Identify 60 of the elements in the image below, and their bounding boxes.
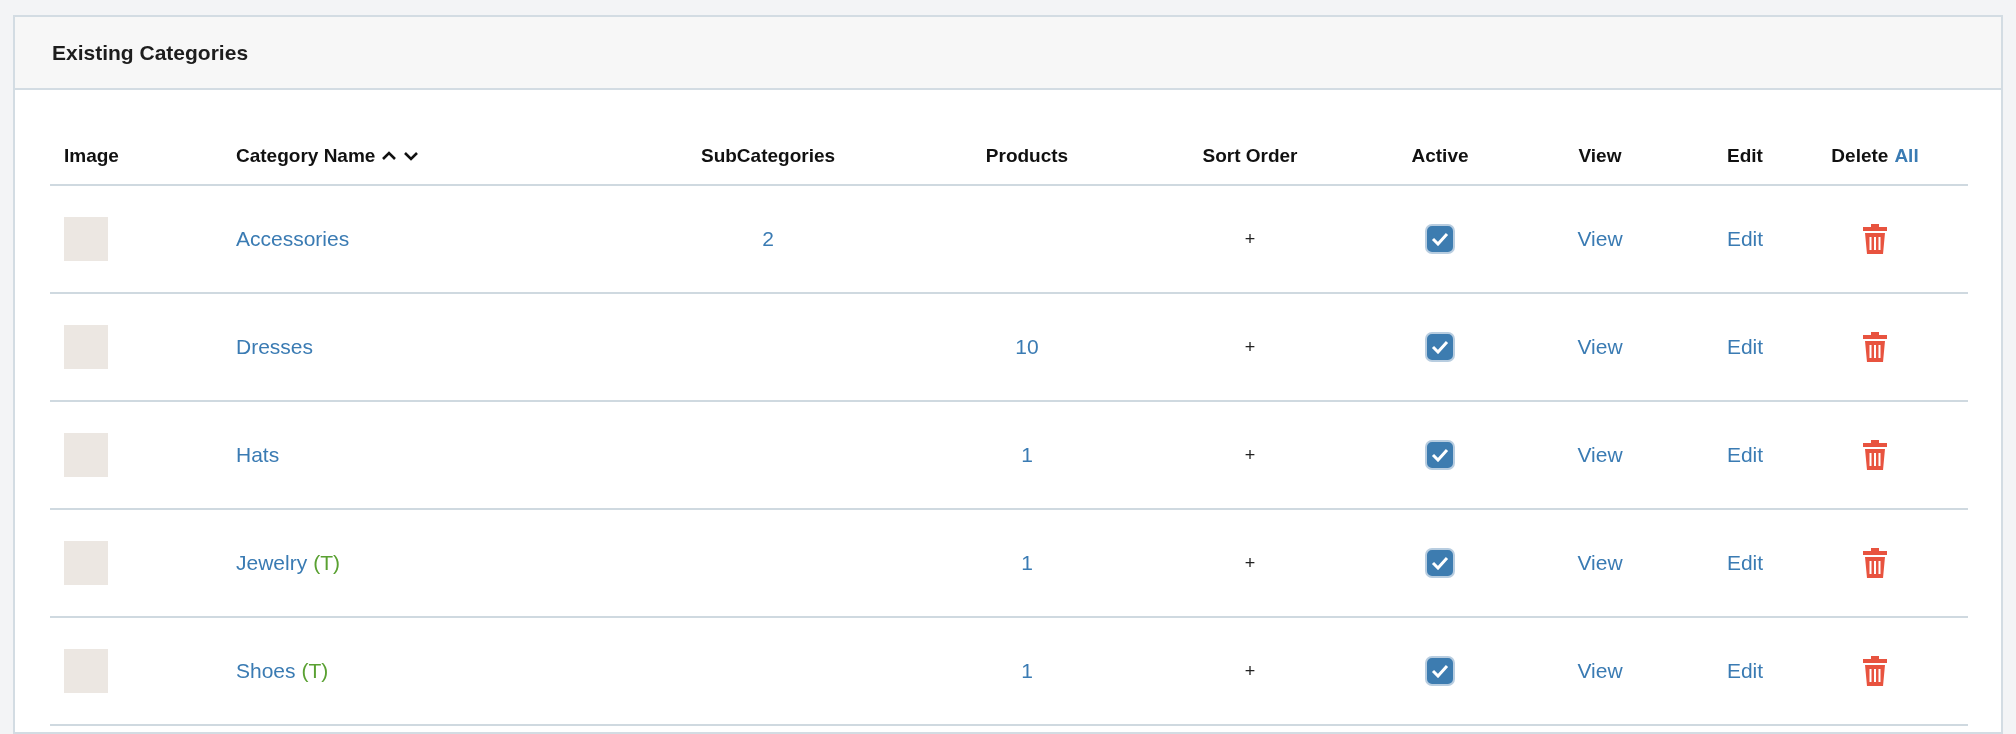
photo-placeholder xyxy=(64,433,108,477)
active-checkbox[interactable] xyxy=(1425,656,1455,686)
photo-placeholder xyxy=(64,325,108,369)
delete-all-link[interactable]: All xyxy=(1894,145,1919,167)
category-link[interactable]: Accessories xyxy=(236,227,350,251)
check-icon xyxy=(1431,340,1449,354)
photo-placeholder xyxy=(64,217,108,261)
edit-link[interactable]: Edit xyxy=(1726,443,1764,467)
column-header: Image xyxy=(64,145,119,167)
column-header: Delete xyxy=(1831,145,1889,167)
view-link[interactable]: View xyxy=(1577,227,1623,251)
products-count-link[interactable]: 1 xyxy=(1021,551,1033,575)
active-checkbox[interactable] xyxy=(1425,440,1455,470)
photo-placeholder xyxy=(64,649,108,693)
column-header: Products xyxy=(985,145,1069,167)
check-icon xyxy=(1431,556,1449,570)
sort-order-plus[interactable]: + xyxy=(1244,660,1256,682)
edit-link[interactable]: Edit xyxy=(1726,659,1764,683)
column-header: Category Name xyxy=(236,145,376,167)
active-checkbox[interactable] xyxy=(1425,332,1455,362)
check-icon xyxy=(1431,232,1449,246)
check-icon xyxy=(1431,664,1449,678)
column-header: Active xyxy=(1411,145,1469,167)
products-count-link[interactable]: 10 xyxy=(1015,335,1039,359)
column-header: Edit xyxy=(1727,145,1763,167)
column-header: View xyxy=(1578,145,1622,167)
category-tag: (T) xyxy=(313,551,340,575)
trash-icon[interactable] xyxy=(1862,439,1888,471)
sort-order-plus[interactable]: + xyxy=(1244,336,1256,358)
view-link[interactable]: View xyxy=(1577,551,1623,575)
edit-link[interactable]: Edit xyxy=(1726,551,1764,575)
column-header: Sort Order xyxy=(1202,145,1298,167)
category-link[interactable]: Shoes xyxy=(236,659,296,683)
photo-placeholder xyxy=(64,541,108,585)
trash-icon[interactable] xyxy=(1862,331,1888,363)
products-count-link[interactable]: 1 xyxy=(1021,659,1033,683)
panel-title: Existing Categories xyxy=(52,40,249,65)
active-checkbox[interactable] xyxy=(1425,224,1455,254)
trash-icon[interactable] xyxy=(1862,547,1888,579)
category-link[interactable]: Dresses xyxy=(236,335,314,359)
chevron-down-icon[interactable] xyxy=(403,150,420,162)
chevron-up-icon[interactable] xyxy=(381,150,398,162)
sort-order-plus[interactable]: + xyxy=(1244,444,1256,466)
products-count-link[interactable]: 1 xyxy=(1021,443,1033,467)
view-link[interactable]: View xyxy=(1577,659,1623,683)
category-tag: (T) xyxy=(301,659,329,683)
trash-icon[interactable] xyxy=(1862,223,1888,255)
view-link[interactable]: View xyxy=(1577,335,1623,359)
view-link[interactable]: View xyxy=(1577,443,1623,467)
column-header: SubCategories xyxy=(700,145,836,167)
subcategories-count-link[interactable]: 2 xyxy=(762,227,774,251)
edit-link[interactable]: Edit xyxy=(1726,227,1764,251)
sort-order-plus[interactable]: + xyxy=(1244,228,1256,250)
category-link[interactable]: Hats xyxy=(236,443,280,467)
trash-icon[interactable] xyxy=(1862,655,1888,687)
edit-link[interactable]: Edit xyxy=(1726,335,1764,359)
category-link[interactable]: Jewelry xyxy=(236,551,308,575)
check-icon xyxy=(1431,448,1449,462)
sort-order-plus[interactable]: + xyxy=(1244,552,1256,574)
active-checkbox[interactable] xyxy=(1425,548,1455,578)
